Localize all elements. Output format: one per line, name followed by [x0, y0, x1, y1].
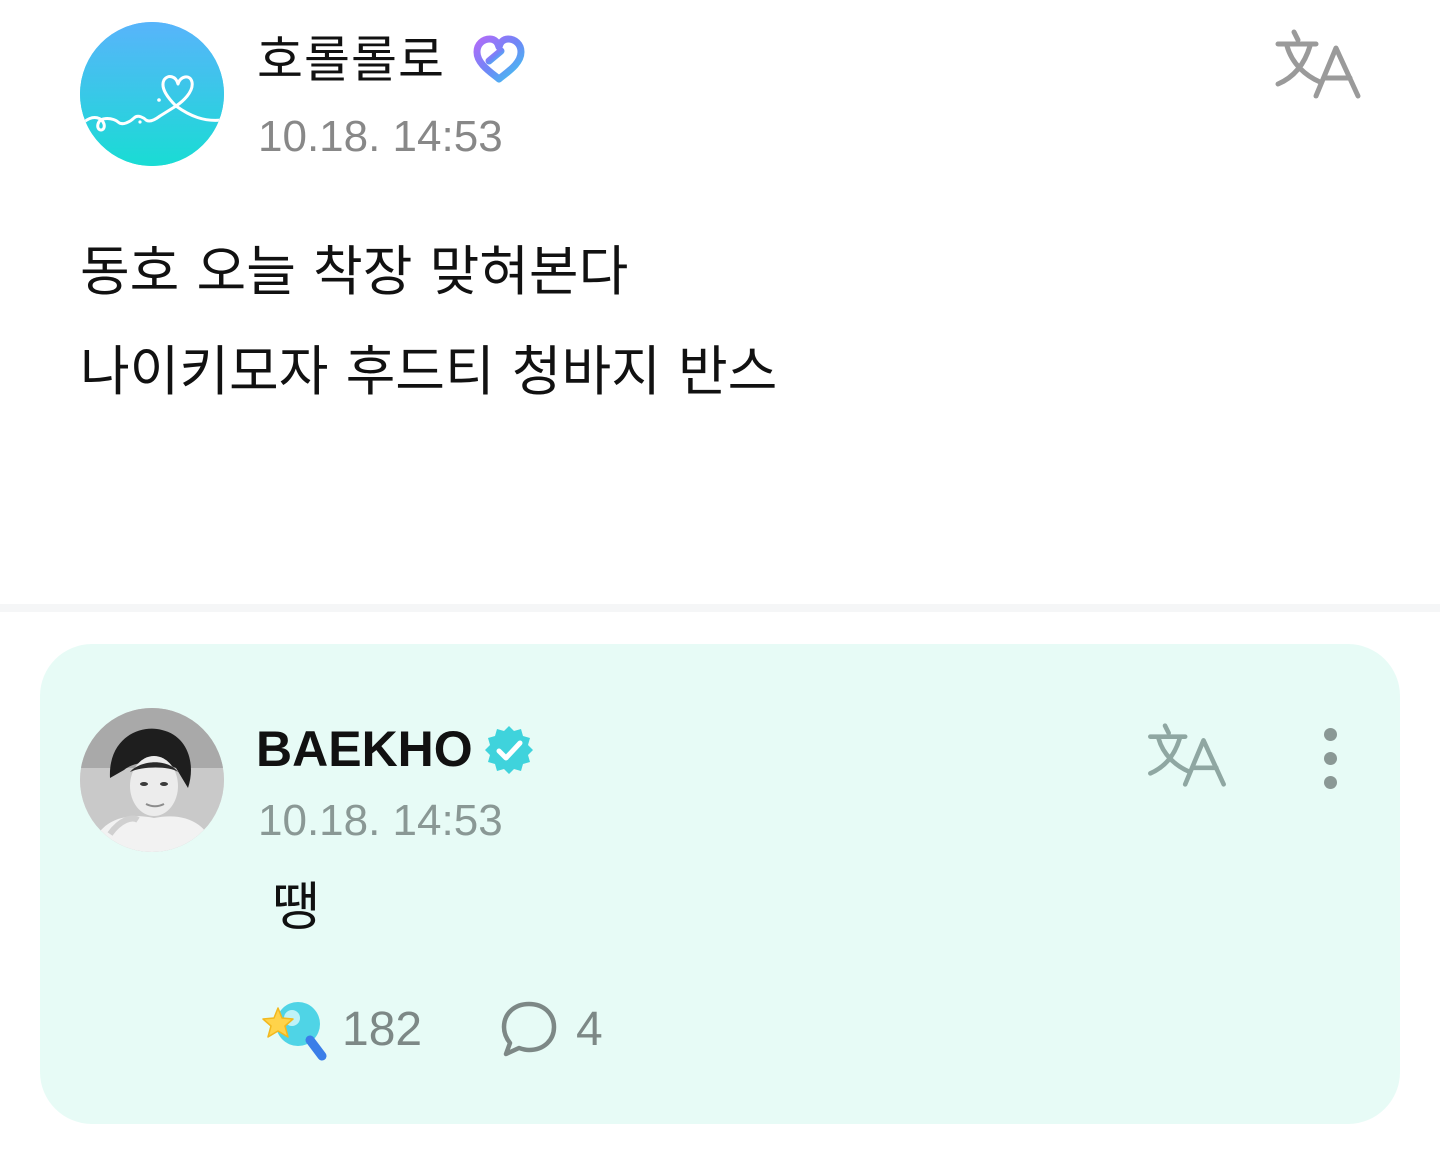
translate-icon[interactable] [1146, 722, 1228, 788]
verified-badge-icon [485, 726, 533, 774]
heart-doodle-icon [80, 22, 224, 166]
reply-timestamp: 10.18. 14:53 [258, 796, 503, 845]
more-dot [1324, 752, 1337, 765]
post-detail-page: 호롤롤로 10.18. 14:53 동호 오늘 착장 맞혀본다 나이키모자 후드… [0, 0, 1440, 1151]
author-name[interactable]: 호롤롤로 [257, 30, 445, 90]
reply-author-name[interactable]: BAEKHO [256, 719, 473, 779]
comment-button[interactable]: 4 [498, 994, 603, 1064]
section-divider [0, 604, 1440, 612]
more-options-button[interactable] [1310, 724, 1350, 794]
original-post: 호롤롤로 10.18. 14:53 동호 오늘 착장 맞혀본다 나이키모자 후드… [0, 0, 1440, 604]
post-body-line: 나이키모자 후드티 청바지 반스 [80, 340, 778, 403]
more-dot [1324, 728, 1337, 741]
more-dot [1324, 776, 1337, 789]
reply-card: BAEKHO 10.18. 14:53 땡 182 4 [40, 644, 1400, 1124]
reaction-count: 182 [342, 1002, 423, 1056]
post-body: 동호 오늘 착장 맞혀본다 나이키모자 후드티 청바지 반스 [80, 222, 777, 422]
artist-photo-avatar [80, 708, 224, 852]
post-body-line: 동호 오늘 착장 맞혀본다 [80, 240, 629, 303]
author-avatar[interactable] [80, 22, 224, 166]
star-wand-icon [262, 1002, 327, 1061]
reply-body: 땡 [272, 878, 320, 938]
comment-bubble-icon [501, 1001, 557, 1057]
post-timestamp: 10.18. 14:53 [258, 112, 503, 161]
reply-author-avatar[interactable] [80, 708, 224, 852]
reaction-button[interactable]: 182 [258, 994, 422, 1064]
translate-icon[interactable] [1274, 28, 1362, 100]
heart-badge-icon [473, 35, 525, 83]
comment-count: 4 [576, 1002, 603, 1056]
